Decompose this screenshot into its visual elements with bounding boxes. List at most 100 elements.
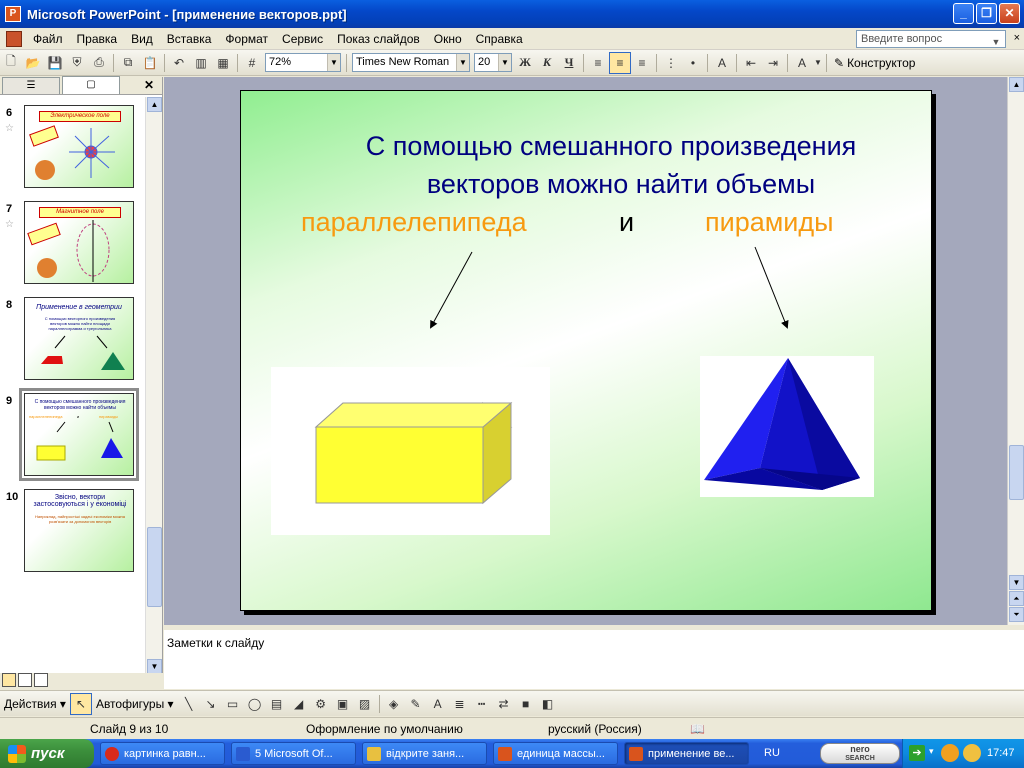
task-button-4[interactable]: единица массы...	[493, 742, 618, 765]
chevron-down-icon[interactable]: ▾	[929, 746, 934, 757]
scroll-down-icon[interactable]: ▼	[147, 659, 162, 674]
copy-icon[interactable]: ⧉	[117, 52, 139, 74]
chevron-down-icon[interactable]: ▼	[498, 54, 511, 71]
shadow-icon[interactable]: ■	[515, 693, 537, 715]
document-icon[interactable]	[6, 30, 22, 47]
chevron-down-icon[interactable]: ▼	[327, 54, 340, 71]
open-icon[interactable]: 📂	[22, 52, 44, 74]
messenger-icon[interactable]	[941, 744, 959, 762]
document-close-icon[interactable]: ×	[1014, 32, 1020, 44]
normal-view-icon[interactable]	[2, 673, 16, 687]
select-pointer-icon[interactable]: ↖	[69, 692, 92, 715]
go-arrow-icon[interactable]: ➔	[909, 745, 925, 761]
textbox-icon[interactable]: ▤	[266, 693, 288, 715]
grid-icon[interactable]: #	[241, 52, 263, 74]
new-icon[interactable]: 🗋	[0, 52, 22, 74]
menu-edit[interactable]: Правка	[70, 32, 125, 46]
rectangle-icon[interactable]: ▭	[222, 693, 244, 715]
chevron-down-icon[interactable]: ▼	[989, 33, 1003, 51]
help-search-input[interactable]: Введите вопрос ▼	[856, 30, 1006, 48]
next-slide-icon[interactable]: ⏷	[1009, 607, 1024, 622]
italic-button[interactable]: К	[536, 52, 558, 74]
scroll-up-icon[interactable]: ▲	[1009, 77, 1024, 92]
chevron-down-icon[interactable]: ▼	[456, 54, 469, 71]
powerpoint-app-icon[interactable]: P	[5, 6, 21, 22]
wordart-icon[interactable]: ◢	[288, 693, 310, 715]
slide-thumbnail-8[interactable]: 8 Применение в геометрии С помощью векто…	[0, 297, 145, 385]
pyramid-image[interactable]	[700, 356, 874, 497]
slide-thumbnail-6[interactable]: 6 ☆ Электрическое поле	[0, 105, 145, 193]
designer-button[interactable]: ✎ Конструктор	[830, 56, 919, 70]
tab-outline[interactable]: ☰	[2, 77, 60, 94]
dash-style-icon[interactable]: ┅	[471, 693, 493, 715]
menu-insert[interactable]: Вставка	[160, 32, 219, 46]
increase-indent-icon[interactable]: ⇥	[762, 52, 784, 74]
print-icon[interactable]: ⎙	[88, 52, 110, 74]
fill-color-icon[interactable]: ◈	[383, 693, 405, 715]
decrease-indent-icon[interactable]: ⇤	[740, 52, 762, 74]
align-right-icon[interactable]: ≡	[631, 52, 653, 74]
bold-button[interactable]: Ж	[514, 52, 536, 74]
menu-file[interactable]: Файл	[26, 32, 70, 46]
slides-scrollbar[interactable]: ▲ ▼	[145, 97, 162, 674]
clock[interactable]: 17:47	[987, 747, 1015, 759]
oval-icon[interactable]: ◯	[244, 693, 266, 715]
arrow-icon[interactable]: ↘	[200, 693, 222, 715]
slide-thumbnail-10[interactable]: 10 Звісно, вектори застосовуються і у ек…	[0, 489, 145, 577]
zoom-select[interactable]: 72% ▼	[265, 53, 341, 72]
slide-thumbnail-9[interactable]: 9 С помощью смешанного произведения вект…	[0, 388, 145, 481]
permissions-icon[interactable]: ⛨	[66, 52, 88, 74]
clipart-icon[interactable]: ▣	[332, 693, 354, 715]
arrow-style-icon[interactable]: ⇄	[493, 693, 515, 715]
language-indicator[interactable]: RU	[764, 747, 780, 759]
parallelepiped-image[interactable]	[271, 367, 550, 535]
undo-icon[interactable]: ↶	[168, 52, 190, 74]
slideshow-view-icon[interactable]	[34, 673, 48, 687]
slide-thumbnail-7[interactable]: 7 ☆ Магнитное поле	[0, 201, 145, 289]
current-slide[interactable]: С помощью смешанного произведения вектор…	[240, 90, 932, 611]
font-select[interactable]: Times New Roman ▼	[352, 53, 470, 72]
save-icon[interactable]: 💾	[44, 52, 66, 74]
scroll-up-icon[interactable]: ▲	[147, 97, 162, 112]
paste-icon[interactable]: 📋	[139, 52, 161, 74]
minimize-button[interactable]: _	[953, 3, 974, 24]
align-center-icon[interactable]: ≡	[609, 51, 631, 74]
font-color-icon[interactable]: A	[427, 693, 449, 715]
scroll-thumb[interactable]	[147, 527, 162, 607]
chevron-down-icon[interactable]: ▼	[813, 52, 823, 74]
bullets-icon[interactable]: •	[682, 52, 704, 74]
line-style-icon[interactable]: ≣	[449, 693, 471, 715]
close-button[interactable]: ✕	[999, 3, 1020, 24]
start-button[interactable]: пуск	[0, 739, 94, 768]
menu-slideshow[interactable]: Показ слайдов	[330, 32, 427, 46]
nero-search-box[interactable]: nero SEARCH	[820, 743, 900, 764]
line-icon[interactable]: ╲	[178, 693, 200, 715]
slide-sorter-icon[interactable]	[18, 673, 32, 687]
tab-slides[interactable]: ▢	[62, 76, 120, 94]
picture-icon[interactable]: ▨	[354, 693, 376, 715]
diagram-icon[interactable]: ⚙	[310, 693, 332, 715]
increase-font-icon[interactable]: A	[711, 52, 733, 74]
table-icon[interactable]: ▦	[212, 52, 234, 74]
notes-pane[interactable]: Заметки к слайду	[164, 627, 1024, 689]
menu-view[interactable]: Вид	[124, 32, 160, 46]
network-icon[interactable]	[963, 744, 981, 762]
task-button-2[interactable]: 5 Microsoft Of...	[231, 742, 356, 765]
menu-window[interactable]: Окно	[427, 32, 469, 46]
task-button-5[interactable]: применение ве...	[624, 742, 749, 765]
restore-button[interactable]: ❐	[976, 3, 997, 24]
task-button-3[interactable]: відкрите заня...	[362, 742, 487, 765]
menu-help[interactable]: Справка	[469, 32, 530, 46]
autoshapes-menu[interactable]: Автофигуры ▾	[92, 697, 178, 711]
numbering-icon[interactable]: ⋮	[660, 52, 682, 74]
previous-slide-icon[interactable]: ⏶	[1009, 591, 1024, 606]
editor-scrollbar[interactable]: ▲ ▼ ⏶ ⏷	[1007, 77, 1024, 625]
task-button-1[interactable]: картинка равн...	[100, 742, 225, 765]
scroll-thumb[interactable]	[1009, 445, 1024, 500]
menu-format[interactable]: Формат	[218, 32, 275, 46]
align-left-icon[interactable]: ≡	[587, 52, 609, 74]
3d-icon[interactable]: ◧	[537, 693, 559, 715]
spellcheck-icon[interactable]: 📖	[690, 722, 705, 736]
underline-button[interactable]: Ч	[558, 52, 580, 74]
menu-tools[interactable]: Сервис	[275, 32, 330, 46]
